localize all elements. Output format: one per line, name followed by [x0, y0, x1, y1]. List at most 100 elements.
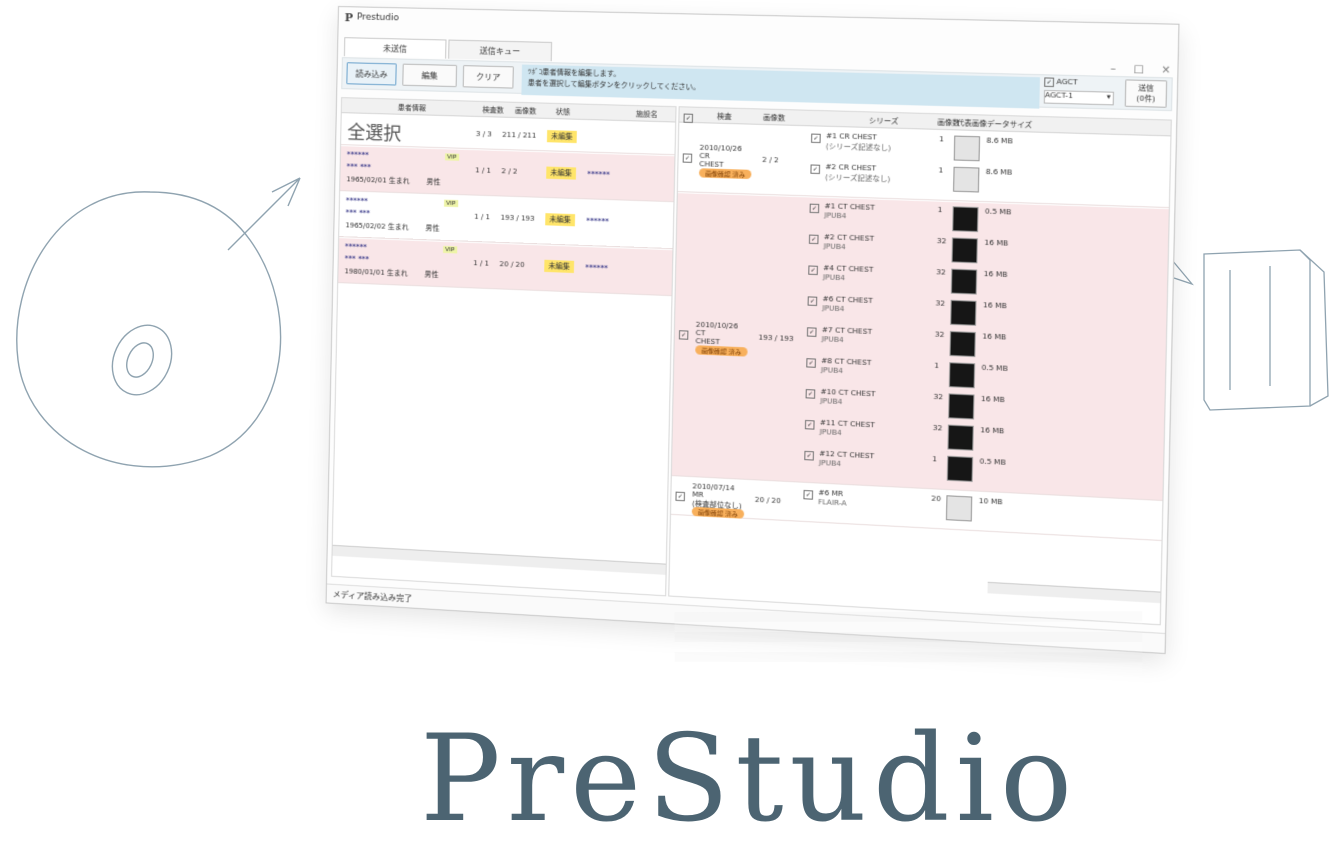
col-patient-info: 患者情報 — [397, 103, 426, 113]
series-data-size: 16 MB — [982, 332, 1007, 342]
patient-id: ****** — [345, 196, 368, 206]
patient-facility: ****** — [585, 263, 608, 273]
status-badge: 未編集 — [546, 130, 577, 144]
patient-name: *** *** — [344, 254, 370, 264]
dest-select[interactable]: AGCT-1 ▾ — [1043, 89, 1115, 106]
patient-facility: ****** — [587, 169, 610, 179]
series-image-count: 20 — [931, 494, 941, 504]
series-data-size: 0.5 MB — [981, 363, 1008, 374]
dest-checkbox-row: ✓ AGCT — [1044, 77, 1078, 88]
series-description: JPUB4 — [820, 396, 843, 407]
patient-exam-count: 1 / 1 — [475, 166, 492, 175]
send-button-label: 送信 — [1138, 83, 1154, 93]
send-button[interactable]: 送信 (0件) — [1124, 79, 1168, 108]
study-series-pane: ✓ 検査 画像数 シリーズ 画像数 代表画像 データサイズ ✓ 2010/10/2… — [668, 106, 1172, 626]
series-checkbox[interactable]: ✓ — [810, 164, 821, 175]
series-description: JPUB4 — [822, 304, 845, 314]
brand-wordmark: PreStudio — [420, 710, 1079, 849]
patient-image-count: 193 / 193 — [500, 213, 535, 223]
series-checkbox[interactable]: ✓ — [803, 489, 814, 500]
dest-checkbox-label: AGCT — [1056, 77, 1078, 87]
series-image-count: 32 — [933, 392, 944, 402]
series-description: (シリーズ記述なし) — [825, 142, 891, 153]
series-thumbnail[interactable] — [945, 495, 973, 522]
series-thumbnail[interactable] — [949, 331, 976, 358]
series-data-size: 8.6 MB — [985, 167, 1013, 177]
series-thumbnail[interactable] — [948, 393, 975, 420]
image-confirmed-badge: 画像確認 済み — [691, 506, 745, 519]
series-checkbox[interactable]: ✓ — [806, 358, 816, 368]
series-checkbox[interactable]: ✓ — [804, 419, 815, 430]
patient-birthdate: 1980/01/01 生まれ — [344, 267, 409, 278]
maximize-button[interactable]: □ — [1133, 64, 1144, 76]
series-thumbnail[interactable] — [953, 166, 980, 193]
col-thumbnail: 代表画像 — [956, 118, 987, 129]
clear-button[interactable]: クリア — [462, 65, 514, 89]
col-facility: 施設名 — [635, 110, 658, 119]
series-name: #1 CR CHEST — [825, 131, 877, 142]
series-description: (シリーズ記述なし) — [825, 173, 891, 184]
dest-checkbox[interactable]: ✓ — [1044, 77, 1055, 88]
series-thumbnail[interactable] — [950, 268, 978, 295]
study-image-count: 2 / 2 — [762, 155, 779, 165]
series-data-size: 16 MB — [982, 301, 1007, 311]
tab-unsent[interactable]: 未送信 — [343, 37, 447, 59]
patient-sex: 男性 — [424, 270, 439, 279]
patient-birthdate: 1965/02/01 生まれ — [346, 175, 410, 186]
series-checkbox[interactable]: ✓ — [809, 203, 820, 214]
study-row[interactable]: ✓ 2010/10/26 CT CHEST 画像確認 済み 193 / 193 ✓ #1 CT… — [671, 193, 1169, 501]
series-data-size: 16 MB — [983, 269, 1008, 280]
series-thumbnail[interactable] — [951, 237, 978, 264]
chevron-down-icon: ▾ — [1106, 92, 1111, 102]
col-status: 状態 — [555, 107, 571, 117]
series-image-count: 32 — [936, 268, 946, 277]
window-controls: – □ × — [1110, 63, 1171, 76]
series-checkbox[interactable]: ✓ — [804, 450, 814, 461]
col-exam-count: 検査数 — [482, 105, 504, 115]
minimize-button[interactable]: – — [1110, 63, 1116, 75]
series-thumbnail[interactable] — [947, 424, 974, 451]
patient-name: *** *** — [346, 162, 372, 172]
status-badge: 未編集 — [546, 166, 577, 180]
series-checkbox[interactable]: ✓ — [806, 327, 817, 337]
series-image-count: 32 — [936, 236, 947, 246]
read-button[interactable]: 読み込み — [346, 62, 397, 86]
series-image-count: 1 — [939, 135, 944, 144]
select-all-label: 全選択 — [347, 122, 402, 145]
series-checkbox[interactable]: ✓ — [805, 389, 816, 399]
study-checkbox[interactable]: ✓ — [682, 153, 693, 163]
image-confirmed-badge: 画像確認 済み — [695, 345, 748, 357]
close-button[interactable]: × — [1161, 64, 1171, 76]
select-all-images: 211 / 211 — [502, 130, 537, 140]
study-checkbox[interactable]: ✓ — [675, 491, 685, 502]
col-study: 検査 — [716, 112, 732, 122]
select-all-exams: 3 / 3 — [475, 130, 492, 139]
series-checkbox[interactable]: ✓ — [808, 234, 819, 245]
series-image-count: 32 — [932, 423, 943, 433]
cd-disc-sketch-icon — [16, 177, 301, 468]
series-thumbnail[interactable] — [953, 135, 981, 162]
vip-badge: VIP — [444, 153, 459, 161]
study-checkbox[interactable]: ✓ — [678, 330, 689, 340]
series-thumbnail[interactable] — [952, 206, 979, 233]
series-checkbox[interactable]: ✓ — [811, 133, 821, 144]
col-series: シリーズ — [868, 116, 899, 126]
study-image-count: 193 / 193 — [758, 333, 794, 344]
series-image-count: 1 — [938, 166, 944, 175]
series-data-size: 0.5 MB — [984, 207, 1012, 217]
edit-button[interactable]: 編集 — [402, 63, 458, 88]
series-thumbnail[interactable] — [946, 455, 974, 482]
series-name: #6 MR — [818, 488, 844, 499]
series-data-size: 0.5 MB — [979, 457, 1006, 467]
series-thumbnail[interactable] — [948, 362, 976, 389]
horizontal-scrollbar[interactable] — [332, 544, 666, 575]
series-description: JPUB4 — [820, 366, 843, 376]
patient-list-pane: 患者情報 検査数 画像数 状態 施設名 全選択 3 / 3 211 / 211 … — [331, 97, 677, 597]
series-description: JPUB4 — [823, 242, 846, 252]
tab-send-queue[interactable]: 送信キュー — [448, 39, 553, 62]
series-checkbox[interactable]: ✓ — [807, 296, 818, 306]
series-checkbox[interactable]: ✓ — [808, 265, 818, 276]
series-thumbnail[interactable] — [950, 299, 977, 326]
storage-box-sketch-icon — [1171, 249, 1329, 411]
patient-image-count: 2 / 2 — [501, 167, 518, 176]
